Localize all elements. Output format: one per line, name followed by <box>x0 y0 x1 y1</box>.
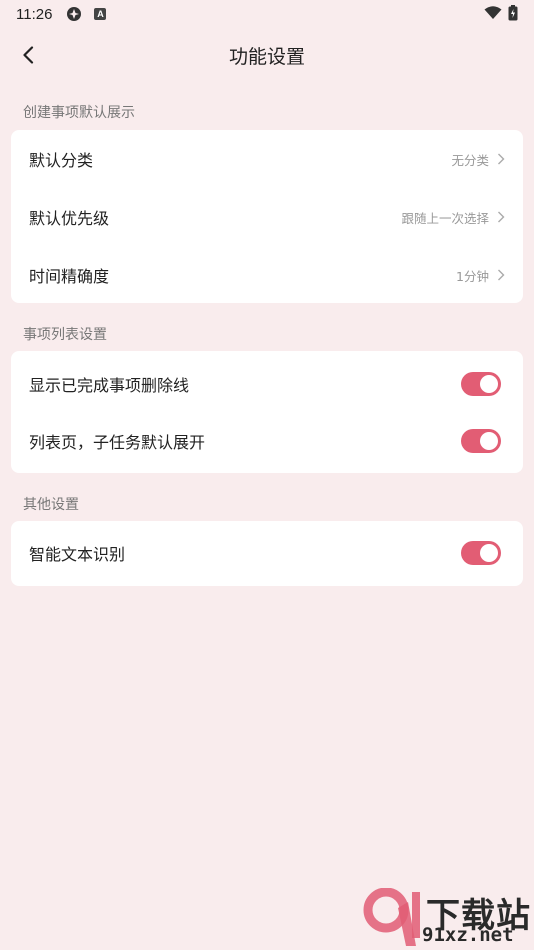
row-value: 跟随上一次选择 <box>401 210 489 226</box>
toggle-knob <box>480 544 498 562</box>
card-list-settings: 显示已完成事项删除线 列表页，子任务默认展开 <box>11 351 523 473</box>
row-label: 列表页，子任务默认展开 <box>29 433 206 452</box>
status-time: 11:26 <box>16 5 53 23</box>
row-completed-strikethrough: 显示已完成事项删除线 <box>11 355 523 413</box>
status-right <box>484 5 518 21</box>
row-value: 1分钟 <box>456 268 489 284</box>
row-time-precision[interactable]: 时间精确度 1分钟 <box>11 246 523 304</box>
chevron-right-icon <box>497 211 505 223</box>
status-bar: 11:26 A <box>0 0 534 28</box>
strikethrough-toggle[interactable] <box>461 372 501 396</box>
card-create-default: 默认分类 无分类 默认优先级 跟随上一次选择 时间精确度 1分钟 <box>11 130 523 303</box>
chevron-right-icon <box>497 269 505 281</box>
row-label: 默认分类 <box>29 151 94 170</box>
watermark-url: 91xz.net <box>422 924 514 946</box>
toggle-knob <box>480 432 498 450</box>
smart-text-toggle[interactable] <box>461 541 501 565</box>
row-label: 显示已完成事项删除线 <box>29 376 190 395</box>
battery-icon <box>508 5 518 21</box>
app-notification-icon <box>66 6 82 22</box>
section-label-list-settings: 事项列表设置 <box>23 327 107 343</box>
header: 功能设置 <box>0 32 534 78</box>
section-label-other: 其他设置 <box>23 497 79 513</box>
row-smart-text-recognition: 智能文本识别 <box>11 524 523 582</box>
chevron-right-icon <box>497 153 505 165</box>
section-label-create-default: 创建事项默认展示 <box>23 105 135 121</box>
subtask-expand-toggle[interactable] <box>461 429 501 453</box>
toggle-knob <box>480 375 498 393</box>
row-label: 智能文本识别 <box>29 545 126 564</box>
wifi-icon <box>484 6 502 19</box>
row-label: 默认优先级 <box>29 209 110 228</box>
a-badge-icon: A <box>94 8 107 20</box>
card-other: 智能文本识别 <box>11 521 523 586</box>
row-label: 时间精确度 <box>29 267 110 286</box>
row-subtask-expand: 列表页，子任务默认展开 <box>11 412 523 470</box>
row-default-priority[interactable]: 默认优先级 跟随上一次选择 <box>11 188 523 246</box>
page-title: 功能设置 <box>228 46 305 68</box>
row-default-category[interactable]: 默认分类 无分类 <box>11 130 523 188</box>
row-value: 无分类 <box>451 152 489 168</box>
watermark: 下载站 91xz.net <box>360 888 532 948</box>
watermark-logo-icon <box>363 888 420 946</box>
